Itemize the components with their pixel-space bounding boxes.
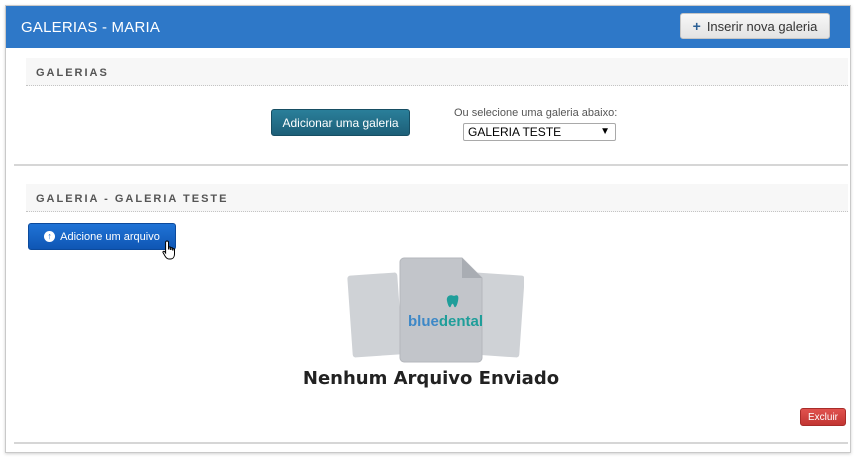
gallery-detail-panel: GALERIA - GALERIA TESTE ↑ Adicione um ar… [14,178,848,444]
galleries-panel: GALERIAS Adicionar uma galeria Ou seleci… [14,56,848,166]
upload-icon: ↑ [44,231,56,242]
galleries-panel-heading: GALERIAS [26,58,848,86]
dropdown-arrow-icon: ▼ [600,126,610,137]
no-files-illustration: bluedental [347,257,524,363]
empty-state-message: Nenhum Arquivo Enviado [302,368,560,389]
gallery-select-value: GALERIA TESTE [468,125,562,139]
page-header: GALERIAS - MARIA + Inserir nova galeria [6,6,850,48]
bluedental-logo: bluedental [408,313,483,330]
delete-button[interactable]: Excluir [800,408,846,426]
add-file-label: Adicione um arquivo [60,230,160,243]
file-fold-corner [462,258,482,278]
hand-cursor-icon [162,240,175,260]
file-back-left [347,272,403,358]
galleries-heading-text: GALERIAS [36,67,109,79]
plus-icon: + [692,18,701,34]
gallery-detail-heading: GALERIA - GALERIA TESTE [26,184,848,212]
gallery-select[interactable]: GALERIA TESTE ▼ [463,123,616,141]
galleries-window: GALERIAS - MARIA + Inserir nova galeria … [5,5,851,453]
page-title: GALERIAS - MARIA [21,19,161,36]
add-file-button[interactable]: ↑ Adicione um arquivo [28,223,176,250]
insert-gallery-label: Inserir nova galeria [706,18,818,34]
insert-gallery-button[interactable]: + Inserir nova galeria [680,13,830,39]
gallery-select-label: Ou selecione uma galeria abaixo: [454,107,618,119]
add-gallery-button[interactable]: Adicionar uma galeria [271,109,410,136]
gallery-detail-heading-text: GALERIA - GALERIA TESTE [36,193,229,205]
